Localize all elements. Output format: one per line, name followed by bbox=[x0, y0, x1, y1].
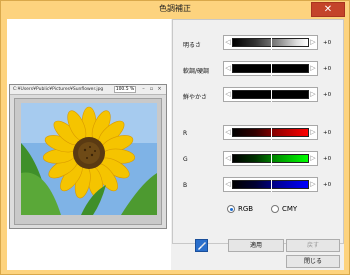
decrease-arrow-icon[interactable]: ◁ bbox=[224, 62, 232, 75]
slider-thumb[interactable] bbox=[271, 179, 272, 192]
close-icon[interactable]: × bbox=[156, 86, 163, 93]
apply-button[interactable]: 適用 bbox=[228, 239, 284, 252]
adjustment-panel: 明るさ ◁ ▷ +0 軟調/硬調 ◁ ▷ +0 鮮やかさ ◁ ▷ +0 R ◁ … bbox=[172, 19, 344, 244]
decrease-arrow-icon[interactable]: ◁ bbox=[224, 152, 232, 165]
brightness-label: 明るさ bbox=[183, 42, 202, 49]
green-value: +0 bbox=[323, 156, 332, 162]
red-slider[interactable]: ◁ ▷ bbox=[223, 125, 318, 140]
blue-label: B bbox=[183, 182, 188, 189]
saturation-bar bbox=[232, 89, 309, 102]
reset-brush-icon[interactable] bbox=[195, 239, 208, 252]
slider-thumb[interactable] bbox=[271, 63, 272, 76]
rgb-radio[interactable] bbox=[227, 205, 235, 213]
cmy-radio[interactable] bbox=[271, 205, 279, 213]
contrast-value: +0 bbox=[323, 66, 332, 72]
window-title: 色調補正 bbox=[159, 4, 191, 13]
red-label: R bbox=[183, 130, 188, 137]
sunflower-photo bbox=[21, 103, 157, 215]
green-slider[interactable]: ◁ ▷ bbox=[223, 151, 318, 166]
color-correction-window: 色調補正 ✕ C:¥Users¥Public¥Pictures¥Sunflowe… bbox=[0, 0, 350, 275]
preview-pane: C:¥Users¥Public¥Pictures¥Sunflower.jpg 1… bbox=[7, 19, 171, 270]
saturation-label: 鮮やかさ bbox=[183, 94, 208, 101]
contrast-label: 軟調/硬調 bbox=[183, 68, 210, 75]
rgb-label: RGB bbox=[238, 205, 254, 213]
increase-arrow-icon[interactable]: ▷ bbox=[309, 36, 317, 49]
increase-arrow-icon[interactable]: ▷ bbox=[309, 178, 317, 191]
slider-thumb[interactable] bbox=[271, 89, 272, 102]
color-mode-group: RGB CMY bbox=[227, 204, 327, 216]
maximize-icon[interactable]: ▫ bbox=[148, 86, 155, 93]
blue-slider[interactable]: ◁ ▷ bbox=[223, 177, 318, 192]
contrast-slider[interactable]: ◁ ▷ bbox=[223, 61, 318, 76]
brightness-slider[interactable]: ◁ ▷ bbox=[223, 35, 318, 50]
close-button[interactable]: 閉じる bbox=[286, 255, 340, 268]
slider-thumb[interactable] bbox=[271, 153, 272, 166]
red-value: +0 bbox=[323, 130, 332, 136]
increase-arrow-icon[interactable]: ▷ bbox=[309, 88, 317, 101]
saturation-slider[interactable]: ◁ ▷ bbox=[223, 87, 318, 102]
red-bar bbox=[232, 127, 309, 140]
contrast-bar bbox=[232, 63, 309, 76]
window-close-button[interactable]: ✕ bbox=[311, 2, 345, 17]
green-bar bbox=[232, 153, 309, 166]
increase-arrow-icon[interactable]: ▷ bbox=[309, 62, 317, 75]
decrease-arrow-icon[interactable]: ◁ bbox=[224, 36, 232, 49]
brush-icon bbox=[198, 242, 206, 250]
saturation-value: +0 bbox=[323, 92, 332, 98]
image-frame bbox=[14, 98, 162, 225]
brightness-value: +0 bbox=[323, 40, 332, 46]
controls-pane: 明るさ ◁ ▷ +0 軟調/硬調 ◁ ▷ +0 鮮やかさ ◁ ▷ +0 R ◁ … bbox=[172, 19, 344, 270]
brightness-bar bbox=[232, 37, 309, 50]
undo-button[interactable]: 戻す bbox=[286, 239, 340, 252]
slider-thumb[interactable] bbox=[271, 37, 272, 50]
decrease-arrow-icon[interactable]: ◁ bbox=[224, 88, 232, 101]
decrease-arrow-icon[interactable]: ◁ bbox=[224, 178, 232, 191]
image-window[interactable]: C:¥Users¥Public¥Pictures¥Sunflower.jpg 1… bbox=[9, 84, 167, 229]
green-label: G bbox=[183, 156, 188, 163]
increase-arrow-icon[interactable]: ▷ bbox=[309, 152, 317, 165]
cmy-label: CMY bbox=[282, 205, 298, 213]
decrease-arrow-icon[interactable]: ◁ bbox=[224, 126, 232, 139]
blue-value: +0 bbox=[323, 182, 332, 188]
increase-arrow-icon[interactable]: ▷ bbox=[309, 126, 317, 139]
slider-thumb[interactable] bbox=[271, 127, 272, 140]
minimize-icon[interactable]: – bbox=[140, 86, 147, 93]
blue-bar bbox=[232, 179, 309, 192]
zoom-level[interactable]: 100.5 % bbox=[114, 86, 136, 93]
dialog-client: C:¥Users¥Public¥Pictures¥Sunflower.jpg 1… bbox=[7, 19, 344, 270]
